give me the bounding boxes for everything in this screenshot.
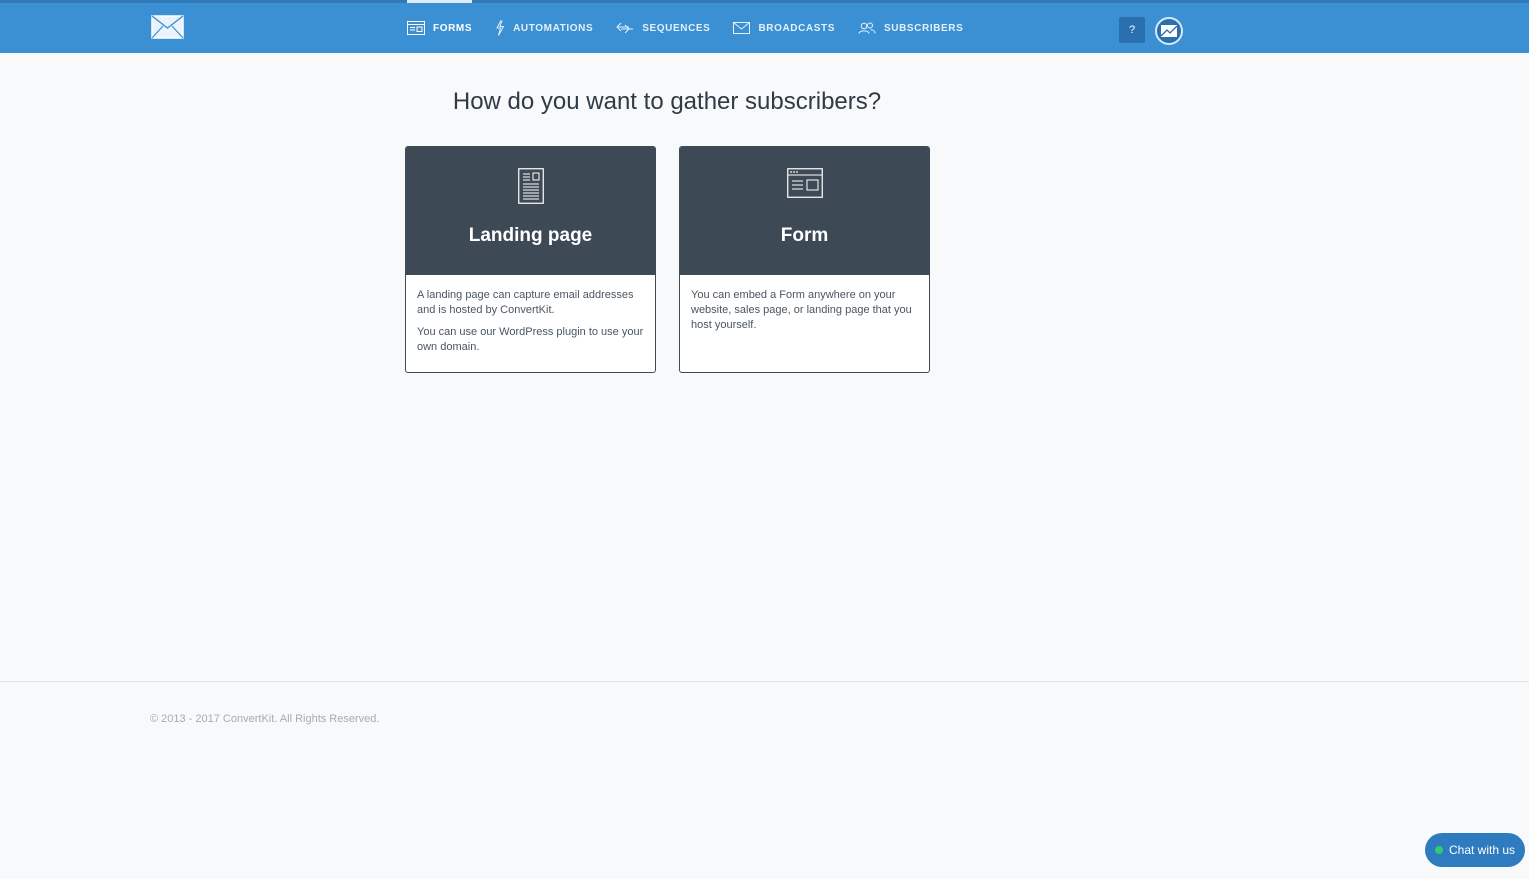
card-description: You can embed a Form anywhere on your we… xyxy=(680,275,929,333)
nav-label: FORMS xyxy=(433,22,473,34)
footer-divider xyxy=(0,681,1529,682)
main-nav: FORMS AUTOMATIONS SEQUENCES BROADCASTS S… xyxy=(407,0,986,53)
card-description: A landing page can capture email address… xyxy=(406,275,655,355)
card-paragraph: You can use our WordPress plugin to use … xyxy=(417,326,644,353)
lightning-icon xyxy=(496,20,505,36)
nav-label: SEQUENCES xyxy=(642,22,711,34)
landing-page-icon xyxy=(517,168,544,204)
form-card[interactable]: Form You can embed a Form anywhere on yo… xyxy=(679,146,930,373)
card-title: Landing page xyxy=(468,225,593,246)
card-paragraph: A landing page can capture email address… xyxy=(417,289,634,316)
chat-button[interactable]: Chat with us xyxy=(1425,833,1525,867)
help-button[interactable]: ? xyxy=(1119,17,1145,43)
card-header: Form xyxy=(680,147,929,275)
chat-label: Chat with us xyxy=(1448,843,1516,857)
forms-icon xyxy=(407,21,425,35)
nav-item-forms[interactable]: FORMS xyxy=(407,0,473,53)
landing-page-card[interactable]: Landing page A landing page can capture … xyxy=(405,146,656,373)
nav-item-sequences[interactable]: SEQUENCES xyxy=(616,3,710,53)
card-paragraph: You can embed a Form anywhere on your we… xyxy=(691,289,912,331)
nav-label: AUTOMATIONS xyxy=(513,22,594,34)
sequences-icon xyxy=(616,22,634,34)
nav-item-automations[interactable]: AUTOMATIONS xyxy=(495,3,593,53)
avatar[interactable] xyxy=(1155,17,1183,45)
online-status-icon xyxy=(1434,846,1443,854)
top-navigation-bar: FORMS AUTOMATIONS SEQUENCES BROADCASTS S… xyxy=(0,0,1529,53)
footer-copyright: © 2013 - 2017 ConvertKit. All Rights Res… xyxy=(150,713,380,725)
envelope-icon xyxy=(733,22,751,34)
envelope-logo-icon[interactable] xyxy=(151,15,184,39)
nav-label: BROADCASTS xyxy=(758,22,835,34)
nav-item-broadcasts[interactable]: BROADCASTS xyxy=(733,3,835,53)
nav-item-subscribers[interactable]: SUBSCRIBERS xyxy=(858,3,963,53)
card-title: Form xyxy=(780,225,829,246)
nav-label: SUBSCRIBERS xyxy=(884,22,964,34)
form-window-icon xyxy=(786,168,823,198)
users-icon xyxy=(858,22,876,34)
page-title: How do you want to gather subscribers? xyxy=(452,88,882,115)
avatar-envelope-icon xyxy=(1160,25,1178,37)
card-header: Landing page xyxy=(406,147,655,275)
